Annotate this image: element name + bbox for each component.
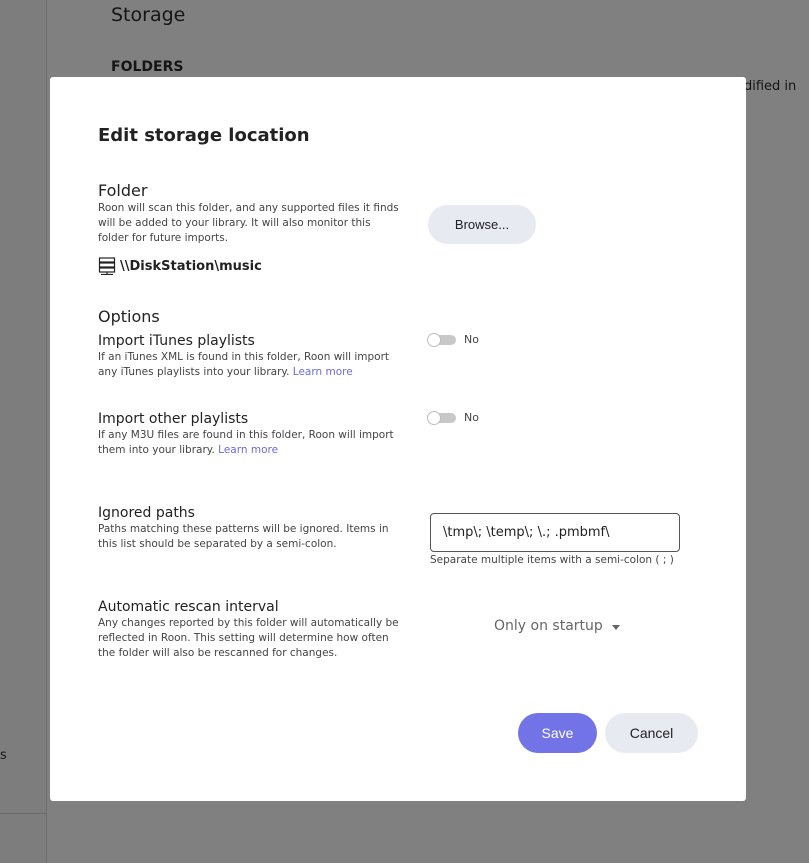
rescan-interval-dropdown[interactable]: Only on startup [494,618,620,634]
itunes-playlists-toggle[interactable]: No [427,332,479,347]
save-button[interactable]: Save [518,713,597,753]
folder-description: Roon will scan this folder, and any supp… [98,202,399,244]
itunes-learn-more-link[interactable]: Learn more [293,366,353,378]
rescan-selected-value: Only on startup [494,618,603,634]
rescan-interval-description: Any changes reported by this folder will… [98,617,399,659]
server-icon [98,257,116,275]
other-playlists-toggle[interactable]: No [427,410,479,425]
folders-heading: FOLDERS [111,59,184,75]
folder-path: \\DiskStation\music [98,257,262,275]
ignored-paths-hint: Separate multiple items with a semi-colo… [430,554,674,566]
dialog-title: Edit storage location [98,125,310,146]
sidebar [0,0,47,863]
itunes-playlists-description: If an iTunes XML is found in this folder… [98,350,403,380]
edit-storage-dialog: Edit storage location Folder Roon will s… [50,77,746,801]
cancel-button[interactable]: Cancel [605,713,698,753]
toggle-knob[interactable] [427,332,441,347]
browse-button[interactable]: Browse... [428,205,536,244]
ignored-paths-description: Paths matching these patterns will be ig… [98,523,389,550]
sidebar-divider [0,813,47,814]
other-learn-more-link[interactable]: Learn more [218,444,278,456]
toggle-knob[interactable] [427,410,441,425]
toggle-value: No [464,333,479,346]
itunes-playlists-title: Import iTunes playlists [98,333,255,349]
other-playlists-description: If any M3U files are found in this folde… [98,428,403,458]
sidebar-text-fragment: s [0,748,7,763]
rescan-interval-title: Automatic rescan interval [98,599,279,615]
other-playlists-title: Import other playlists [98,411,249,427]
toggle-track[interactable] [427,410,456,425]
ignored-paths-title: Ignored paths [98,505,195,521]
caret-down-icon [611,624,620,630]
toggle-value: No [464,411,479,424]
options-heading: Options [98,307,160,326]
ignored-paths-input[interactable] [430,513,680,552]
page-title: Storage [111,4,186,26]
folder-heading: Folder [98,181,148,200]
toggle-track[interactable] [427,332,456,347]
folder-path-text: \\DiskStation\music [120,258,262,274]
